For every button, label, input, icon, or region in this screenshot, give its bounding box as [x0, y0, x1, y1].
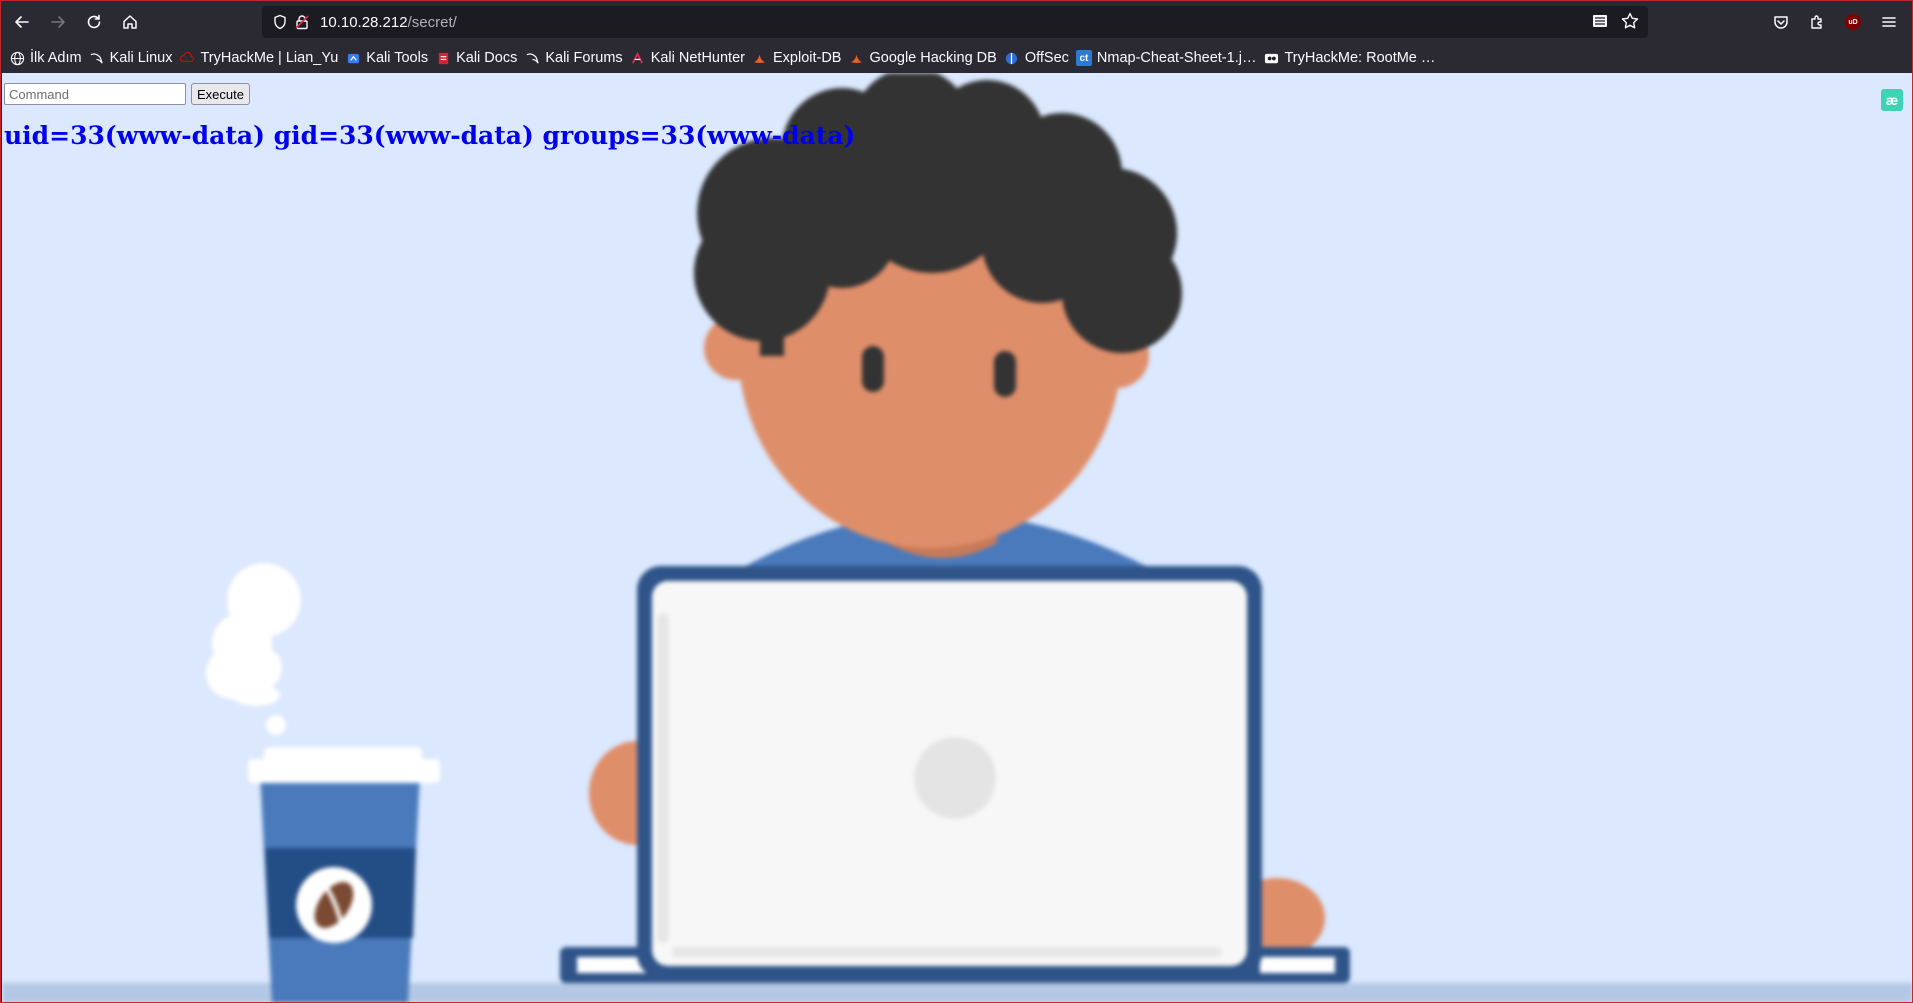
kali-dragon-icon: [89, 50, 105, 66]
bookmark-tryhackme-rootme[interactable]: TryHackMe: RootMe …: [1261, 46, 1440, 70]
bookmark-label: TryHackMe | Lian_Yu: [200, 50, 339, 66]
ublock-icon: uD: [1845, 14, 1861, 30]
tryhackme-icon: [179, 50, 195, 66]
app-menu-button[interactable]: [1872, 5, 1906, 39]
exploit-db-icon: [848, 50, 864, 66]
bookmark-label: Google Hacking DB: [869, 50, 997, 66]
bookmark-ilk-adim[interactable]: İlk Adım: [7, 46, 87, 70]
forward-button[interactable]: [41, 5, 75, 39]
bookmark-nmap-cheat-sheet[interactable]: ct Nmap-Cheat-Sheet-1.j…: [1074, 46, 1262, 70]
bookmark-google-hacking-db[interactable]: Google Hacking DB: [846, 46, 1001, 70]
reload-button[interactable]: [77, 5, 111, 39]
laptop-logo: [914, 737, 996, 819]
pocket-button[interactable]: [1764, 5, 1798, 39]
browser-window: 10.10.28.212/secret/ uD İlk Adım Kali Li…: [0, 0, 1913, 1003]
bookmark-label: Kali Docs: [456, 50, 518, 66]
bookmark-label: Exploit-DB: [772, 50, 842, 66]
extension-badge-icon[interactable]: æ: [1881, 89, 1903, 111]
shield-icon[interactable]: [270, 12, 290, 32]
page-content: Execute uid=33(www-data) gid=33(www-data…: [2, 73, 1912, 1002]
url-bar[interactable]: 10.10.28.212/secret/: [262, 6, 1648, 38]
back-button[interactable]: [5, 5, 39, 39]
bookmark-exploit-db[interactable]: Exploit-DB: [750, 46, 847, 70]
reload-icon: [87, 14, 101, 29]
bookmark-kali-tools[interactable]: Kali Tools: [343, 46, 433, 70]
puzzle-icon: [1811, 15, 1822, 29]
bookmark-label: OffSec: [1024, 50, 1069, 66]
exploit-db-icon: [752, 50, 768, 66]
globe-icon: [9, 50, 25, 66]
bookmark-label: TryHackMe: RootMe …: [1284, 50, 1436, 66]
bookmark-label: Kali Linux: [109, 50, 173, 66]
bookmark-tryhackme-lian-yu[interactable]: TryHackMe | Lian_Yu: [177, 46, 343, 70]
kali-docs-icon: [435, 50, 451, 66]
bookmark-label: Kali Forums: [545, 50, 623, 66]
left-eye: [862, 346, 884, 392]
url-host: 10.10.28.212: [320, 13, 408, 31]
execute-button[interactable]: Execute: [191, 83, 250, 105]
url-path: /secret/: [407, 13, 457, 31]
tryhackme-icon: [1263, 50, 1279, 66]
bookmark-label: Kali Tools: [366, 50, 429, 66]
hamburger-menu-icon: [1882, 17, 1896, 27]
arrow-right-icon: [51, 16, 65, 28]
bookmarks-toolbar: İlk Adım Kali Linux TryHackMe | Lian_Yu …: [1, 43, 1912, 73]
command-form: Execute: [4, 83, 250, 105]
browser-toolbar: 10.10.28.212/secret/ uD: [1, 1, 1912, 43]
bookmark-kali-linux[interactable]: Kali Linux: [87, 46, 178, 70]
offsec-icon: [1004, 50, 1020, 66]
bookmark-kali-docs[interactable]: Kali Docs: [433, 46, 522, 70]
ublock-button[interactable]: uD: [1836, 5, 1870, 39]
bookmark-label: Kali NetHunter: [650, 50, 745, 66]
bookmark-star-icon[interactable]: [1620, 11, 1640, 35]
url-text[interactable]: 10.10.28.212/secret/: [320, 14, 457, 31]
coffee-cup: [248, 747, 440, 1002]
home-icon: [123, 15, 137, 29]
background-illustration: [2, 73, 1912, 1002]
command-output: uid=33(www-data) gid=33(www-data) groups…: [4, 121, 856, 150]
kali-dragon-icon: [524, 50, 540, 66]
bookmark-kali-nethunter[interactable]: Kali NetHunter: [628, 46, 750, 70]
bookmark-kali-forums[interactable]: Kali Forums: [522, 46, 627, 70]
nethunter-icon: [630, 50, 646, 66]
insecure-lock-icon[interactable]: [292, 12, 312, 32]
kali-tools-icon: [345, 50, 361, 66]
steam-cloud: [206, 563, 301, 735]
bookmark-label: Nmap-Cheat-Sheet-1.j…: [1096, 50, 1257, 66]
reader-view-icon[interactable]: [1590, 11, 1610, 35]
home-button[interactable]: [113, 5, 147, 39]
pocket-icon: [1774, 16, 1788, 29]
right-eye: [994, 351, 1016, 397]
bookmark-label: İlk Adım: [30, 50, 82, 66]
arrow-left-icon: [15, 16, 29, 28]
ct-icon: ct: [1075, 50, 1092, 66]
extensions-button[interactable]: [1800, 5, 1834, 39]
bookmark-offsec[interactable]: OffSec: [1002, 46, 1074, 70]
command-input[interactable]: [4, 83, 186, 105]
